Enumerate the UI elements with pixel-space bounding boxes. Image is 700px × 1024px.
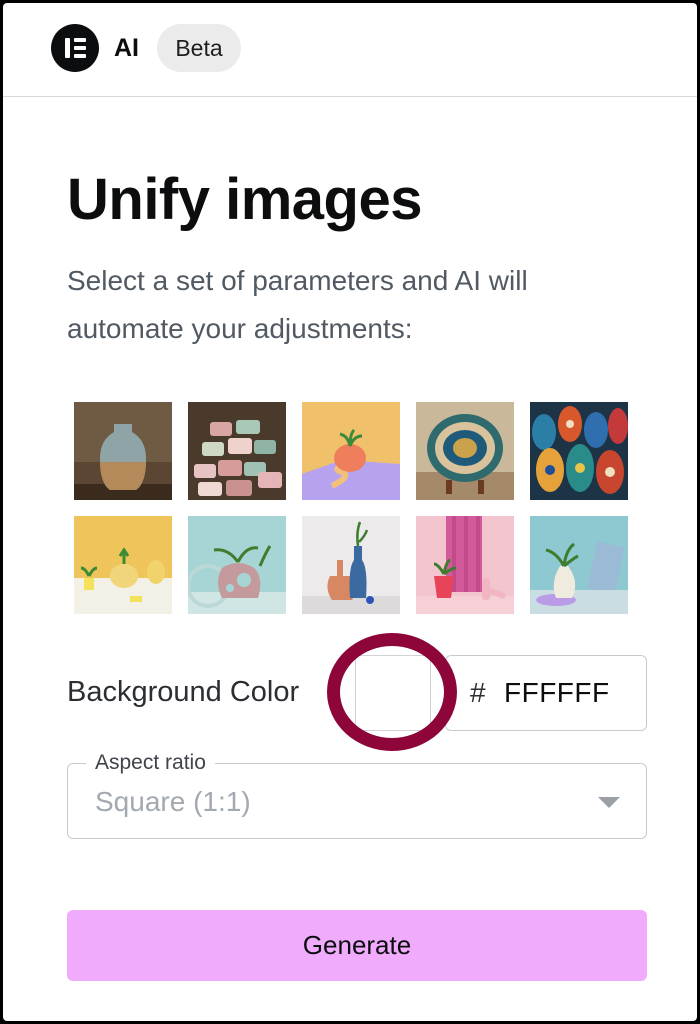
background-color-hex-input[interactable]: # FFFFFF — [445, 655, 647, 731]
image-grid — [74, 402, 634, 614]
mosaic-plate-thumbnail[interactable] — [416, 402, 514, 500]
pink-ring-vase-thumbnail[interactable] — [188, 516, 286, 614]
beta-badge: Beta — [157, 24, 241, 72]
pink-arch-plant-pot-thumbnail[interactable] — [416, 516, 514, 614]
page-title: Unify images — [67, 167, 423, 232]
hex-hash-prefix: # — [470, 677, 486, 708]
stacked-pastel-cups-thumbnail[interactable] — [188, 402, 286, 500]
yellow-vases-with-plants-thumbnail[interactable] — [74, 516, 172, 614]
aspect-ratio-legend: Aspect ratio — [86, 750, 215, 776]
terracotta-and-blue-vases-thumbnail[interactable] — [302, 516, 400, 614]
blue-gradient-vase-thumbnail[interactable] — [74, 402, 172, 500]
orange-pot-on-purple-thumbnail[interactable] — [302, 402, 400, 500]
aspect-ratio-select[interactable]: Aspect ratio Square (1:1) — [67, 750, 647, 839]
aspect-ratio-value: Square (1:1) — [95, 786, 251, 817]
ai-title: AI — [114, 34, 139, 62]
panel-header: AI Beta — [3, 3, 697, 97]
background-color-swatch[interactable] — [355, 655, 431, 731]
page-subtitle: Select a set of parameters and AI will a… — [67, 265, 528, 344]
unify-images-panel: AI Beta Unify images Select a set of par… — [3, 3, 697, 1021]
generate-button[interactable]: Generate — [67, 910, 647, 981]
background-color-label: Background Color — [67, 676, 300, 708]
hex-value: FFFFFF — [504, 677, 610, 708]
painted-vases-collection-thumbnail[interactable] — [530, 402, 628, 500]
white-vase-on-blue-thumbnail[interactable] — [530, 516, 628, 614]
elementor-logo-icon — [51, 24, 99, 72]
caret-down-icon — [598, 797, 620, 808]
